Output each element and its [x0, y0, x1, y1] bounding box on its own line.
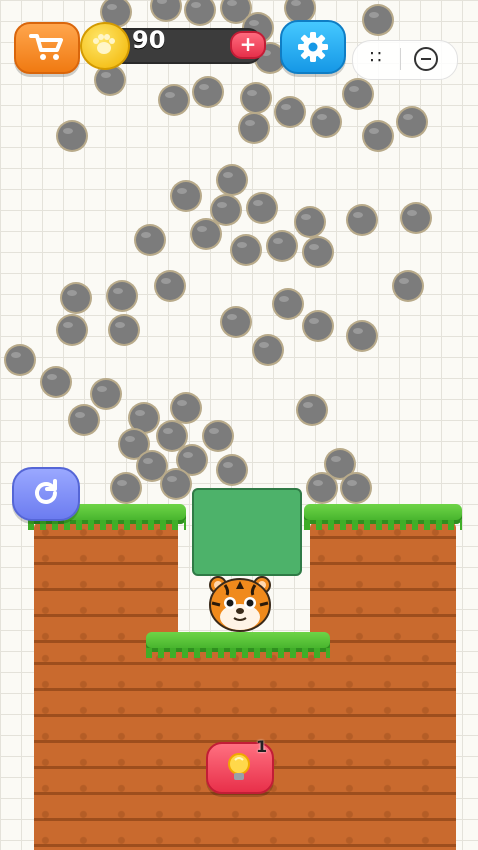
ball [134, 224, 166, 256]
ball [272, 288, 304, 320]
tiger-character [209, 576, 271, 632]
ball [396, 106, 428, 138]
restart-icon [35, 479, 57, 504]
ball [108, 314, 140, 346]
ball [294, 206, 326, 238]
minimize-icon[interactable] [414, 47, 438, 71]
ball [302, 236, 334, 268]
ball [216, 164, 248, 196]
ball [266, 230, 298, 262]
ball [346, 320, 378, 352]
ball [40, 366, 72, 398]
ball [400, 202, 432, 234]
cart-icon [29, 34, 63, 60]
ball [4, 344, 36, 376]
grass-pit-floor [146, 632, 330, 658]
ball [306, 472, 338, 504]
ball [190, 218, 222, 250]
ball [302, 310, 334, 342]
ball [184, 0, 216, 26]
ball [362, 120, 394, 152]
lightbulb-icon [228, 753, 250, 780]
ball [310, 106, 342, 138]
ball [202, 420, 234, 452]
more-menu-button[interactable]: ∷ [370, 47, 382, 68]
ball [68, 404, 100, 436]
green-block[interactable] [192, 488, 302, 576]
capsule-divider [400, 48, 401, 70]
settings-button[interactable] [280, 20, 346, 74]
ball [56, 314, 88, 346]
add-coins-button[interactable]: + [230, 31, 266, 59]
ball [158, 84, 190, 116]
ball [56, 120, 88, 152]
gear-icon [298, 32, 328, 62]
ball [362, 4, 394, 36]
ball [192, 76, 224, 108]
ball [60, 282, 92, 314]
ball [170, 392, 202, 424]
ball [90, 378, 122, 410]
ball [230, 234, 262, 266]
ball [240, 82, 272, 114]
game-stage: 90 + ∷ 1 [0, 0, 478, 850]
ball [342, 78, 374, 110]
ball [346, 204, 378, 236]
restart-button[interactable] [12, 467, 80, 521]
grass-ledge-right [304, 504, 462, 530]
ball [150, 0, 182, 22]
ball [340, 472, 372, 504]
ball [252, 334, 284, 366]
system-capsule [352, 40, 458, 80]
ball [110, 472, 142, 504]
ball [274, 96, 306, 128]
paw-coin-icon [80, 22, 130, 70]
ball [296, 394, 328, 426]
ball [154, 270, 186, 302]
ball [216, 454, 248, 486]
ball [220, 306, 252, 338]
shop-button[interactable] [14, 22, 80, 74]
ball [246, 192, 278, 224]
ball [106, 280, 138, 312]
ball [170, 180, 202, 212]
hint-count-badge: 1 [256, 737, 268, 756]
ball [392, 270, 424, 302]
ball [160, 468, 192, 500]
coin-count: 90 [132, 26, 166, 54]
ball [238, 112, 270, 144]
